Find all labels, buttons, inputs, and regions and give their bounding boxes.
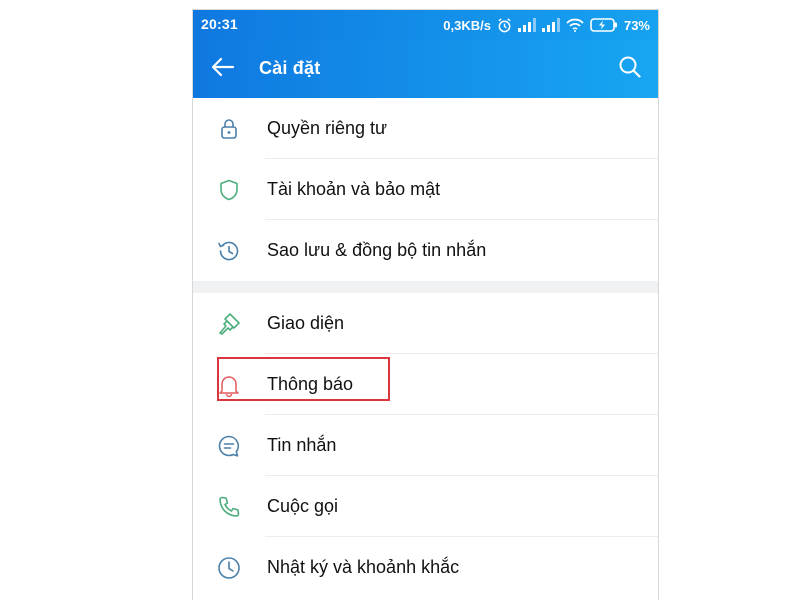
chat-bubble-icon xyxy=(215,432,243,460)
phone-screen: 20:31 0,3KB/s 73% Cài đặt Quyền riêng tư… xyxy=(193,10,658,600)
settings-item-messages[interactable]: Tin nhắn xyxy=(193,415,658,476)
history-icon xyxy=(215,237,243,265)
alarm-icon xyxy=(497,17,512,33)
clock-icon xyxy=(215,554,243,582)
signal-icon xyxy=(517,18,536,32)
section-separator xyxy=(193,281,658,293)
back-button[interactable] xyxy=(207,53,239,85)
settings-item-label: Nhật ký và khoảnh khắc xyxy=(267,557,460,577)
settings-item-timeline[interactable]: Nhật ký và khoảnh khắc xyxy=(193,537,658,598)
settings-item-label: Sao lưu & đồng bộ tin nhắn xyxy=(267,240,487,260)
settings-item-label: Thông báo xyxy=(267,374,354,394)
settings-item-label: Cuộc gọi xyxy=(267,496,339,516)
page-title: Cài đặt xyxy=(259,58,321,78)
search-button[interactable] xyxy=(614,53,646,85)
lock-icon xyxy=(215,115,243,143)
settings-item-label: Tài khoản và bảo mật xyxy=(267,179,441,199)
settings-item-account-security[interactable]: Tài khoản và bảo mật xyxy=(193,159,658,220)
arrow-left-icon xyxy=(211,57,235,82)
status-indicators: 0,3KB/s 73% xyxy=(443,15,650,35)
wifi-icon xyxy=(566,18,584,32)
signal-icon-2 xyxy=(541,18,560,32)
status-time: 20:31 xyxy=(201,16,238,32)
paint-brush-icon xyxy=(215,310,243,338)
settings-item-notifications[interactable]: Thông báo xyxy=(193,354,658,415)
phone-icon xyxy=(215,493,243,521)
settings-item-label: Quyền riêng tư xyxy=(267,118,388,138)
status-bar: 20:31 0,3KB/s 73% xyxy=(193,10,658,40)
app-bar: Cài đặt xyxy=(193,40,658,98)
settings-item-privacy[interactable]: Quyền riêng tư xyxy=(193,98,658,159)
page: 20:31 0,3KB/s 73% Cài đặt Quyền riêng tư… xyxy=(0,0,800,600)
shield-icon xyxy=(215,176,243,204)
battery-level: 73% xyxy=(623,17,650,33)
settings-item-backup-sync[interactable]: Sao lưu & đồng bộ tin nhắn xyxy=(193,220,658,281)
settings-item-label: Giao diện xyxy=(267,313,345,333)
battery-icon xyxy=(590,18,618,32)
bell-icon xyxy=(215,371,243,399)
settings-item-label: Tin nhắn xyxy=(267,435,337,455)
settings-list: Quyền riêng tư Tài khoản và bảo mật Sao … xyxy=(193,98,658,598)
settings-item-calls[interactable]: Cuộc gọi xyxy=(193,476,658,537)
network-speed: 0,3KB/s xyxy=(443,17,491,33)
search-icon xyxy=(618,55,642,84)
settings-item-appearance[interactable]: Giao diện xyxy=(193,293,658,354)
